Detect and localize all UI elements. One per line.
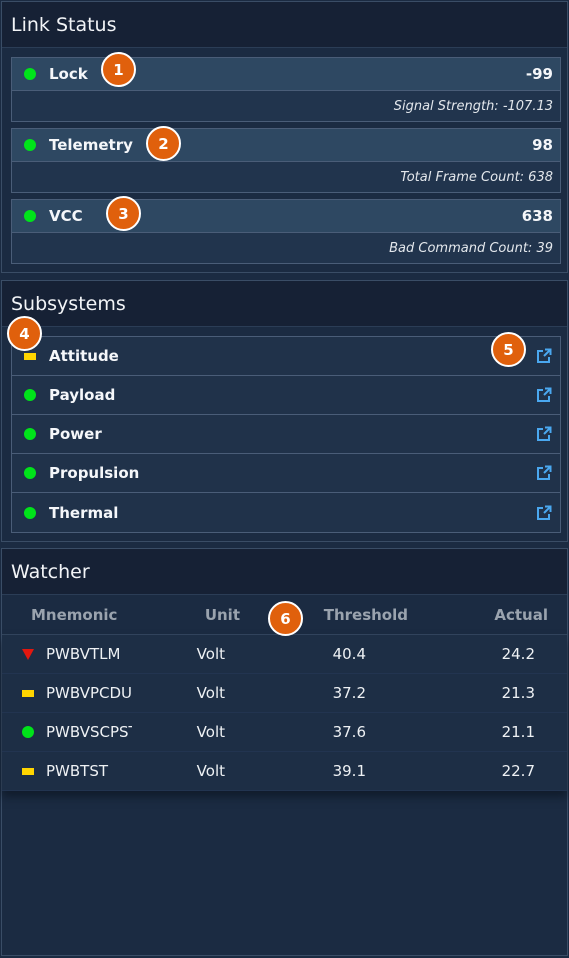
- cell-unit: Volt: [196, 684, 225, 702]
- link-item-telemetry: Telemetry 98 Total Frame Count: 638: [11, 128, 561, 193]
- cell-threshold: 37.6: [332, 723, 366, 741]
- link-item-label: VCC: [49, 207, 83, 225]
- status-ok-icon: [24, 68, 36, 80]
- link-item-vcc: VCC 638 Bad Command Count: 39: [11, 199, 561, 264]
- status-critical-icon: [22, 648, 34, 660]
- external-link-icon[interactable]: [536, 387, 552, 403]
- cell-threshold: 39.1: [332, 762, 366, 780]
- column-header-threshold[interactable]: Threshold: [240, 606, 408, 624]
- status-caution-icon: [24, 352, 36, 360]
- subsystems-panel: Subsystems Attitude Payload Power Propul…: [1, 280, 568, 542]
- link-status-title: Link Status: [2, 2, 567, 48]
- annotation-badge-6: 6: [268, 601, 303, 636]
- cell-mnemonic: PWBVPCDU: [46, 684, 132, 702]
- cell-actual: 22.7: [501, 762, 535, 780]
- link-item-label: Telemetry: [49, 136, 133, 154]
- link-item-detail: Bad Command Count: 39: [389, 240, 553, 256]
- subsystems-title: Subsystems: [2, 281, 567, 327]
- cell-unit: Volt: [196, 723, 225, 741]
- watcher-title: Watcher: [2, 549, 567, 595]
- subsystem-item-thermal[interactable]: Thermal: [12, 493, 560, 532]
- subsystems-list: Attitude Payload Power Propulsion Therma…: [11, 336, 561, 533]
- link-item-value: 98: [532, 136, 553, 154]
- link-item-detail: Total Frame Count: 638: [400, 169, 553, 185]
- cell-unit: Volt: [196, 762, 225, 780]
- annotation-badge-3: 3: [106, 196, 141, 231]
- link-item-detail: Signal Strength: -107.13: [393, 98, 553, 114]
- status-ok-icon: [24, 506, 36, 519]
- annotation-badge-5: 5: [491, 332, 526, 367]
- annotation-badge-2: 2: [146, 126, 181, 161]
- column-header-unit[interactable]: Unit: [162, 606, 240, 624]
- cell-threshold: 37.2: [332, 684, 366, 702]
- column-header-actual[interactable]: Actual: [408, 606, 548, 624]
- annotation-badge-4: 4: [7, 316, 42, 351]
- annotation-badge-1: 1: [101, 52, 136, 87]
- status-ok-icon: [22, 726, 34, 738]
- cell-actual: 21.1: [501, 723, 535, 741]
- status-ok-icon: [24, 428, 36, 440]
- link-item-label: Lock: [49, 65, 88, 83]
- subsystem-item-payload[interactable]: Payload: [12, 376, 560, 415]
- external-link-icon[interactable]: [536, 505, 552, 521]
- table-row[interactable]: PWBVSCPST Volt 37.6 21.1: [2, 713, 567, 752]
- cell-mnemonic: PWBVTLM: [46, 645, 121, 663]
- link-item-value: -99: [525, 65, 553, 83]
- table-row[interactable]: PWBVTLM Volt 40.4 24.2: [2, 635, 567, 674]
- subsystem-item-attitude[interactable]: Attitude: [12, 337, 560, 376]
- subsystem-label: Attitude: [49, 347, 119, 365]
- subsystem-label: Power: [49, 425, 102, 443]
- subsystem-item-propulsion[interactable]: Propulsion: [12, 454, 560, 493]
- external-link-icon[interactable]: [536, 348, 552, 364]
- watcher-table-body: PWBVTLM Volt 40.4 24.2 PWBVPCDU Volt 37.…: [2, 635, 567, 791]
- subsystem-label: Payload: [49, 386, 116, 404]
- status-ok-icon: [24, 389, 36, 401]
- link-status-panel: Link Status Lock -99 Signal Strength: -1…: [1, 1, 568, 273]
- cell-unit: Volt: [196, 645, 225, 663]
- status-ok-icon: [24, 210, 36, 222]
- cell-mnemonic: PWBVSCPST: [46, 723, 132, 741]
- status-ok-icon: [24, 139, 36, 151]
- link-item-value: 638: [521, 207, 553, 225]
- table-row[interactable]: PWBTST Volt 39.1 22.7: [2, 752, 567, 791]
- subsystem-label: Thermal: [49, 503, 119, 522]
- external-link-icon[interactable]: [536, 465, 552, 481]
- table-row[interactable]: PWBVPCDU Volt 37.2 21.3: [2, 674, 567, 713]
- cell-threshold: 40.4: [332, 645, 366, 663]
- link-item-lock: Lock -99 Signal Strength: -107.13: [11, 57, 561, 122]
- external-link-icon[interactable]: [536, 426, 552, 442]
- cell-actual: 24.2: [501, 645, 535, 663]
- status-caution-icon: [22, 767, 34, 775]
- status-caution-icon: [22, 689, 34, 697]
- subsystem-label: Propulsion: [49, 464, 140, 482]
- status-ok-icon: [24, 467, 36, 479]
- subsystem-item-power[interactable]: Power: [12, 415, 560, 454]
- cell-mnemonic: PWBTST: [46, 762, 109, 780]
- cell-actual: 21.3: [501, 684, 535, 702]
- column-header-mnemonic[interactable]: Mnemonic: [2, 606, 162, 624]
